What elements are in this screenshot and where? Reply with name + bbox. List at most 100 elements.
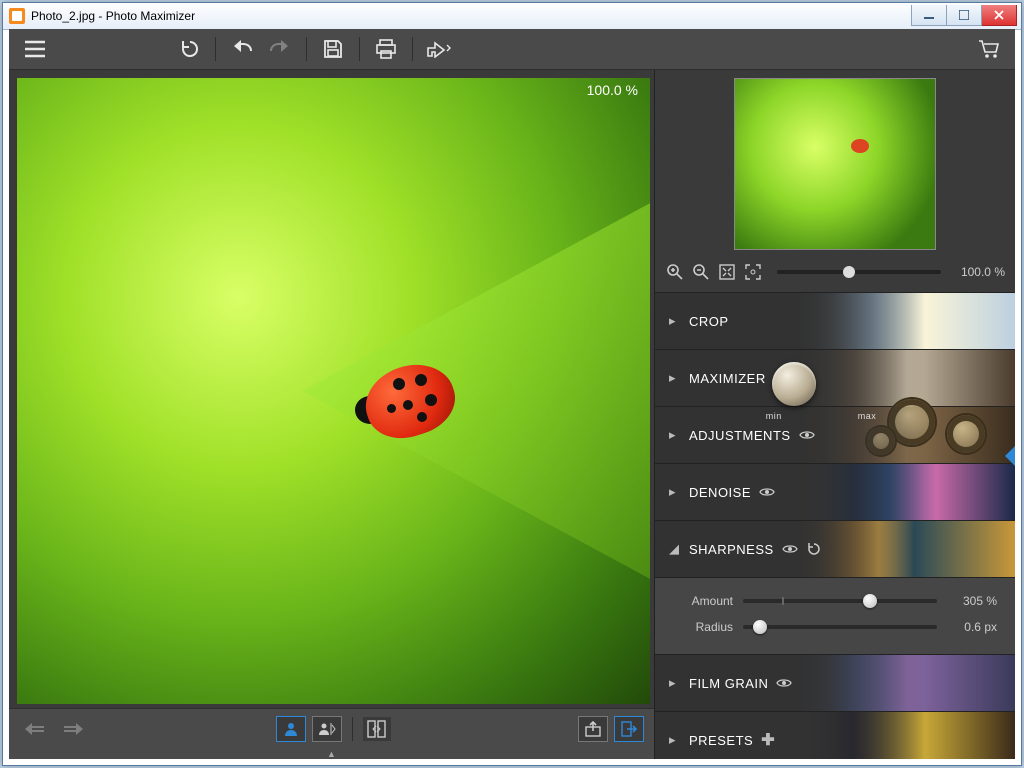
eye-icon[interactable] [782,543,798,555]
redo-button[interactable] [264,33,296,65]
cart-button[interactable] [973,33,1005,65]
eye-icon[interactable] [759,486,775,498]
panel-label: MAXIMIZER [689,371,766,386]
revert-button[interactable] [173,33,205,65]
panel-film-grain[interactable]: ▸ FILM GRAIN [655,654,1015,711]
hamburger-icon [24,40,46,58]
image-canvas[interactable]: 100.0 % [17,78,650,704]
zoom-100-button[interactable] [743,262,763,282]
panel-label: SHARPNESS [689,542,774,557]
chevron-down-icon: ◢ [669,541,681,557]
navigator-zoom-label: 100.0 % [955,265,1005,279]
panel-label: CROP [689,314,729,329]
share-button[interactable] [423,33,455,65]
cart-icon [977,39,1001,59]
export-up-icon [585,721,601,737]
redo-icon [269,40,291,58]
share-icon [426,40,452,58]
radius-value: 0.6 px [947,620,997,634]
panel-sharpness-body: Amount 305 % Radius [655,577,1015,654]
zoom-readout: 100.0 % [587,82,638,98]
separator [352,717,353,741]
app-window: Photo_2.jpg - Photo Maximizer [2,2,1022,766]
next-image-button[interactable] [57,713,89,745]
prev-image-button[interactable] [19,713,51,745]
zoom-out-icon [693,264,709,280]
navigator-controls: 100.0 % [655,258,1015,292]
panel-label: DENOISE [689,485,751,500]
export-up-button[interactable] [578,716,608,742]
app-icon [9,8,25,24]
prev-icon [24,722,46,736]
navigator [655,70,1015,258]
compare-mode-button[interactable] [363,717,391,741]
navigator-thumbnail[interactable] [734,78,936,250]
panel-denoise[interactable]: ▸ DENOISE [655,463,1015,520]
chevron-right-icon: ▸ [669,313,681,329]
split-icon [318,721,336,737]
chevron-right-icon: ▸ [669,370,681,386]
zoom-in-icon [667,264,683,280]
titlebar: Photo_2.jpg - Photo Maximizer [3,3,1021,30]
panels-list: ▸ CROP ▸ MAXIMIZER mi [655,292,1015,759]
actual-size-icon [745,264,761,280]
panel-label: PRESETS [689,733,753,748]
close-button[interactable] [982,5,1017,26]
view-original-button[interactable] [276,716,306,742]
fit-icon [719,264,735,280]
chevron-up-icon: ▲ [327,749,336,759]
panel-label: FILM GRAIN [689,676,768,691]
max-label: max [858,411,877,421]
compare-icon [367,720,387,738]
ladybug-subject [365,366,455,436]
chevron-right-icon: ▸ [669,484,681,500]
add-preset-icon[interactable]: ✚ [761,730,775,750]
chevron-right-icon: ▸ [669,427,681,443]
radius-slider[interactable] [743,625,937,629]
amount-thumb[interactable] [863,594,877,608]
main-toolbar [9,29,1015,70]
export-right-button[interactable] [614,716,644,742]
window-controls [911,7,1021,26]
view-split-button[interactable] [312,716,342,742]
zoom-out-button[interactable] [691,262,711,282]
eye-icon[interactable] [799,429,815,441]
amount-label: Amount [673,594,733,608]
separator [412,37,413,61]
minimize-button[interactable] [911,5,947,26]
print-icon [375,39,397,59]
maximize-button[interactable] [947,5,982,26]
zoom-fit-button[interactable] [717,262,737,282]
zoom-slider-thumb[interactable] [843,266,855,278]
save-button[interactable] [317,33,349,65]
radius-label: Radius [673,620,733,634]
panel-maximizer[interactable]: ▸ MAXIMIZER min max [655,349,1015,406]
photo-content [17,78,650,704]
panel-label: ADJUSTMENTS [689,428,791,443]
amount-slider[interactable] [743,599,937,603]
amount-value: 305 % [947,594,997,608]
zoom-in-button[interactable] [665,262,685,282]
maximizer-knob [772,362,816,406]
separator [306,37,307,61]
print-button[interactable] [370,33,402,65]
panel-adjustments[interactable]: ▸ ADJUSTMENTS [655,406,1015,463]
panel-presets[interactable]: ▸ PRESETS ✚ [655,711,1015,759]
panel-sharpness[interactable]: ◢ SHARPNESS [655,520,1015,577]
undo-button[interactable] [226,33,258,65]
right-panel: 100.0 % ▸ CROP ▸ MAXIMIZER [654,70,1015,759]
export-right-icon [621,721,637,737]
separator [215,37,216,61]
bottom-toolbar [9,708,654,749]
reset-icon[interactable] [806,542,820,556]
panel-crop[interactable]: ▸ CROP [655,292,1015,349]
next-icon [62,722,84,736]
separator [359,37,360,61]
radius-thumb[interactable] [753,620,767,634]
menu-button[interactable] [19,33,51,65]
eye-icon[interactable] [776,677,792,689]
canvas-pane: 100.0 % [9,70,654,759]
zoom-slider[interactable] [777,270,941,274]
filmstrip-toggle[interactable]: ▲ [9,749,654,759]
save-icon [323,39,343,59]
